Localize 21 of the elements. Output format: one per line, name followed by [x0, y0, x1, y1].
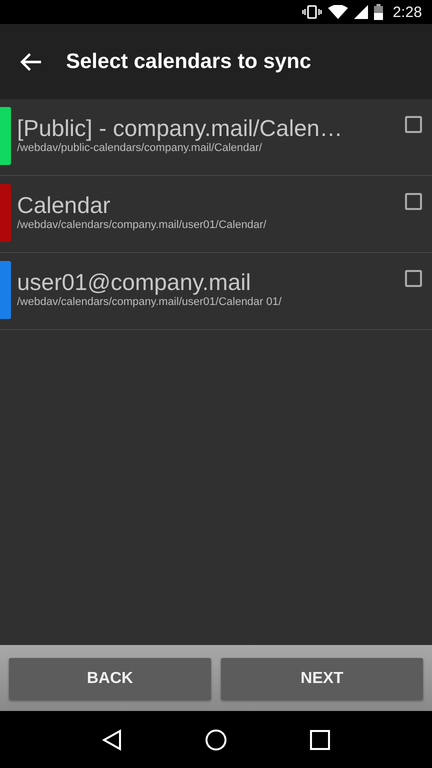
checkbox[interactable]	[405, 193, 422, 210]
calendar-name: user01@company.mail	[17, 268, 252, 296]
clock: 2:28	[392, 4, 422, 20]
calendar-path: /webdav/calendars/company.mail/user01/Calendar 01/	[17, 296, 283, 308]
nav-button[interactable]: BACK	[9, 658, 211, 700]
home-icon[interactable]	[204, 728, 227, 750]
calendar-path: /webdav/public-calendars/company.mail/Calendar/	[17, 142, 263, 154]
battery-icon	[374, 4, 383, 20]
calendar-name: [Public] - company.mail/Calen…	[17, 114, 344, 142]
screen-title: Select calendars to sync	[66, 50, 312, 74]
signal-icon	[354, 5, 368, 19]
wifi-icon	[328, 5, 348, 19]
back-icon[interactable]	[102, 728, 122, 750]
calendar-path: /webdav/calendars/company.mail/user01/Calendar/	[17, 219, 268, 231]
calendar-name: Calendar	[17, 191, 112, 219]
checkbox[interactable]	[405, 270, 422, 287]
vibrate-icon	[302, 5, 322, 19]
checkbox[interactable]	[405, 116, 422, 133]
recents-icon[interactable]	[310, 730, 330, 750]
nav-button[interactable]: NEXT	[221, 658, 423, 700]
back-arrow-icon[interactable]	[20, 52, 42, 70]
